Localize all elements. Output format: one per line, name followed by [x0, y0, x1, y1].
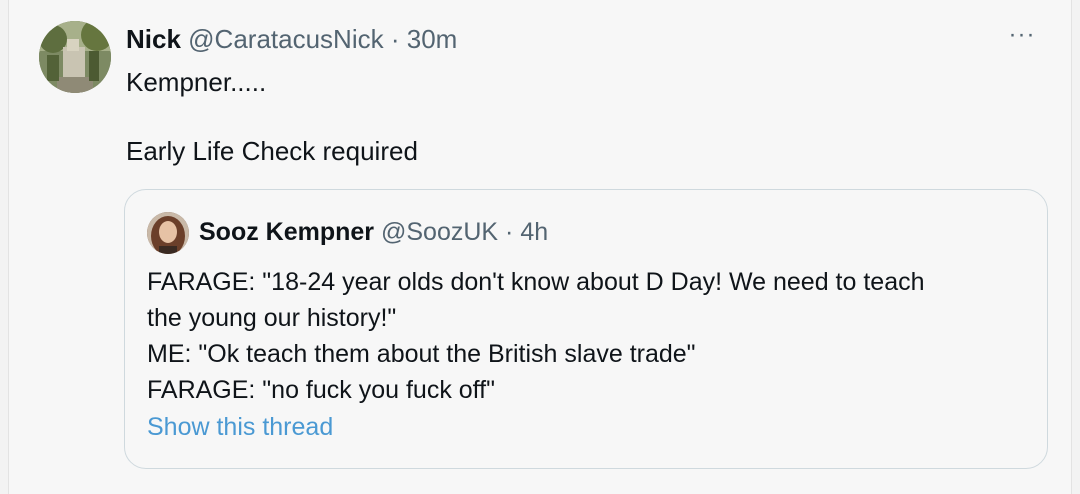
quoted-text-line: ME: "Ok teach them about the British sla…	[147, 340, 696, 368]
quoted-text: FARAGE: "18-24 year olds don't know abou…	[147, 264, 1027, 408]
quoted-author-name[interactable]: Sooz Kempner	[199, 218, 374, 246]
author-name[interactable]: Nick	[126, 24, 181, 54]
tweet-card[interactable]: Nick @CaratacusNick · 30m ··· Kempner...…	[8, 0, 1072, 494]
tweet-text-line: Early Life Check required	[126, 136, 418, 166]
show-thread-link[interactable]: Show this thread	[147, 412, 333, 442]
author-avatar[interactable]	[39, 21, 111, 93]
quoted-time[interactable]: 4h	[520, 218, 548, 246]
tweet-text: Kempner..... Early Life Check required	[126, 67, 418, 166]
quoted-text-line: the young our history!"	[147, 304, 397, 332]
quoted-author-handle[interactable]: @SoozUK	[381, 218, 498, 246]
tweet-header: Nick @CaratacusNick · 30m	[126, 24, 457, 54]
separator-dot: ·	[390, 24, 400, 54]
author-handle[interactable]: @CaratacusNick	[188, 24, 383, 54]
quoted-text-line: FARAGE: "18-24 year olds don't know abou…	[147, 268, 925, 296]
more-options-icon[interactable]: ···	[1007, 23, 1037, 51]
quoted-text-line: FARAGE: "no fuck you fuck off"	[147, 376, 495, 404]
quoted-header: Sooz Kempner @SoozUK · 4h	[199, 217, 548, 247]
quoted-tweet[interactable]: Sooz Kempner @SoozUK · 4h FARAGE: "18-24…	[124, 189, 1048, 469]
garden-statue-icon	[39, 21, 111, 93]
separator-dot: ·	[505, 218, 514, 246]
tweet-time[interactable]: 30m	[407, 24, 458, 54]
quoted-author-avatar[interactable]	[147, 212, 189, 254]
person-avatar-icon	[147, 212, 189, 254]
tweet-text-line: Kempner.....	[126, 67, 267, 97]
